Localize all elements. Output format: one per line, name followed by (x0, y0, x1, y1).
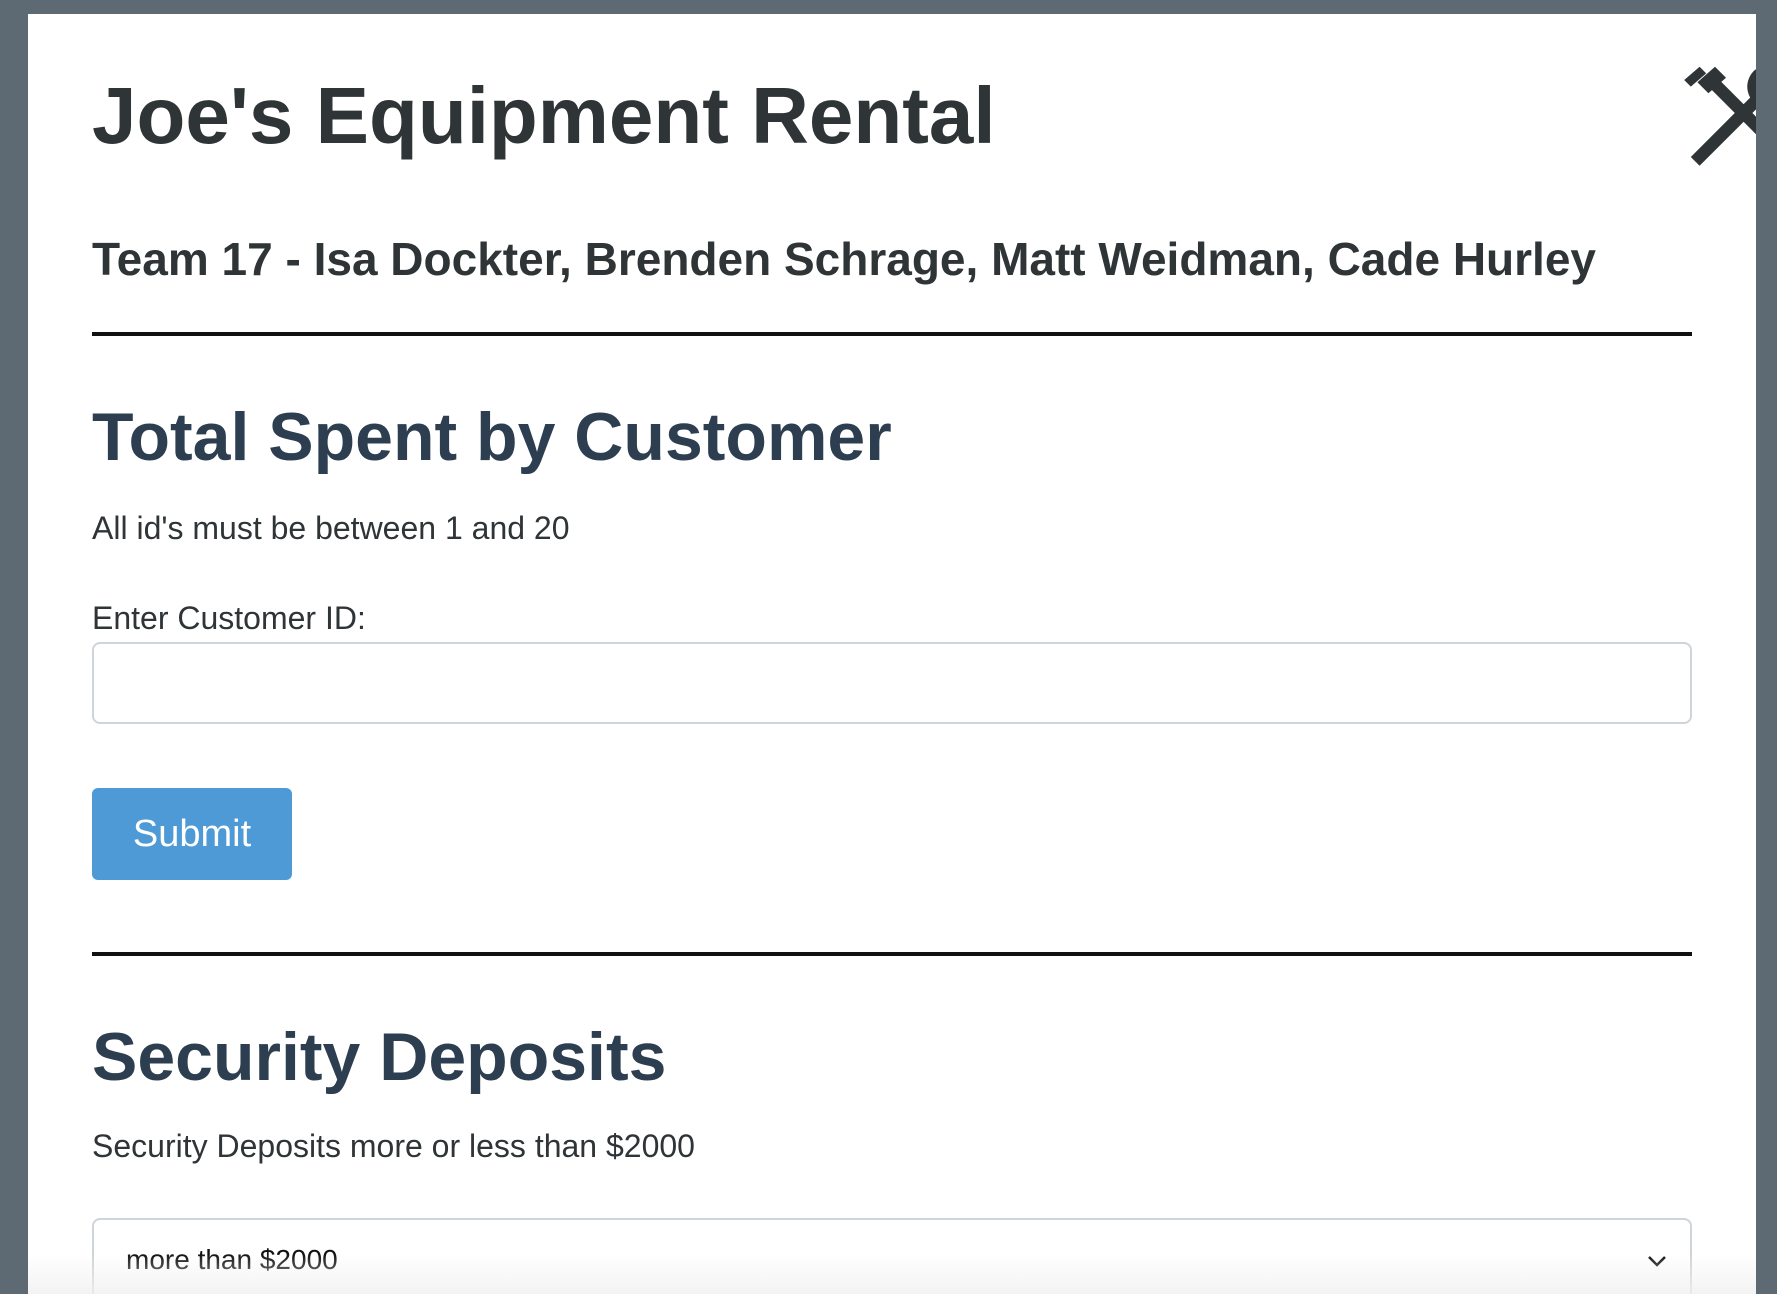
security-deposits-heading: Security Deposits (92, 1019, 667, 1095)
tools-icon (1684, 66, 1756, 166)
deposit-filter-select[interactable]: more than $2000 (92, 1218, 1692, 1294)
customer-id-label: Enter Customer ID: (92, 600, 366, 636)
customer-id-help-text: All id's must be between 1 and 20 (92, 510, 570, 546)
page: Joe's Equipment Rental Team 17 - Isa Doc… (28, 14, 1756, 1294)
divider (92, 332, 1692, 336)
deposit-filter-selected-value: more than $2000 (126, 1244, 338, 1275)
chevron-down-icon (1648, 1256, 1666, 1267)
site-title: Joe's Equipment Rental (92, 71, 996, 160)
customer-id-input[interactable] (92, 642, 1692, 724)
divider (92, 952, 1692, 956)
total-spent-heading: Total Spent by Customer (92, 399, 892, 475)
security-deposits-help-text: Security Deposits more or less than $200… (92, 1128, 695, 1164)
submit-button[interactable]: Submit (92, 788, 292, 880)
team-members: Team 17 - Isa Dockter, Brenden Schrage, … (92, 233, 1597, 285)
